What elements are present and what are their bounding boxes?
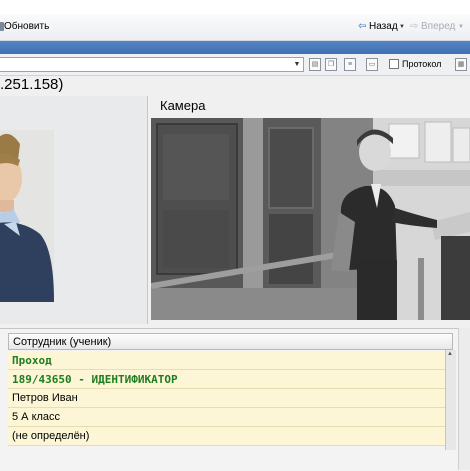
device-select[interactable]: ▼ bbox=[0, 57, 304, 72]
back-arrow-icon[interactable]: ⇦ bbox=[358, 21, 366, 33]
copy-icon[interactable]: ❐ bbox=[325, 58, 337, 71]
camera-title: Камера bbox=[160, 98, 206, 113]
forward-button[interactable]: Вперед bbox=[421, 14, 455, 40]
column-header[interactable]: Сотрудник (ученик) bbox=[8, 333, 453, 350]
person-name-value: Петров Иван bbox=[12, 392, 78, 404]
back-dropdown-icon[interactable]: ▼ bbox=[399, 14, 405, 40]
camera-feed[interactable] bbox=[151, 118, 470, 320]
class-value: 5 А класс bbox=[12, 411, 61, 423]
forward-dropdown-icon[interactable]: ▼ bbox=[458, 14, 464, 40]
protocol-checkbox[interactable] bbox=[389, 59, 399, 69]
back-button[interactable]: Назад bbox=[369, 14, 398, 40]
right-edge-panel bbox=[458, 328, 470, 470]
page-icon[interactable]: ▤ bbox=[309, 58, 321, 71]
forward-arrow-icon: ⇨ bbox=[410, 21, 419, 32]
list-item[interactable]: Петров Иван bbox=[8, 389, 445, 408]
student-portrait-image bbox=[0, 130, 54, 302]
vertical-scrollbar[interactable]: ▲ bbox=[445, 350, 456, 450]
list-item[interactable]: Проход bbox=[8, 351, 445, 370]
event-type-value: Проход bbox=[12, 354, 52, 367]
list-item[interactable]: 189/43650 - ИДЕНТИФИКАТОР bbox=[8, 370, 445, 389]
chevron-down-icon[interactable]: ▼ bbox=[292, 59, 302, 70]
column-header-label: Сотрудник (ученик) bbox=[13, 336, 112, 348]
control-row: ▼ ▤ ❐ ≡ ▭ Протокол ▦ bbox=[0, 55, 470, 76]
list-item[interactable]: 5 А класс bbox=[8, 408, 445, 427]
list-item[interactable]: (не определён) bbox=[8, 427, 445, 446]
top-strip bbox=[0, 0, 470, 14]
scroll-up-icon[interactable]: ▲ bbox=[447, 351, 453, 357]
print-icon[interactable]: ▭ bbox=[366, 58, 378, 71]
status-value: (не определён) bbox=[12, 430, 90, 442]
device-address: .251.158) bbox=[0, 76, 64, 93]
refresh-button[interactable]: Обновить bbox=[4, 14, 49, 40]
camera-header: Камера bbox=[150, 96, 470, 116]
toolbar: Обновить ⇦ Назад ▼ ⇨ Вперед ▼ bbox=[0, 14, 470, 41]
person-photo bbox=[0, 130, 54, 302]
settings-icon[interactable]: ▦ bbox=[455, 58, 467, 71]
protocol-label: Протокол bbox=[402, 59, 442, 69]
identifier-value: 189/43650 - ИДЕНТИФИКАТОР bbox=[12, 373, 178, 386]
title-bar bbox=[0, 41, 470, 54]
list-icon[interactable]: ≡ bbox=[344, 58, 356, 71]
camera-image bbox=[151, 118, 470, 320]
